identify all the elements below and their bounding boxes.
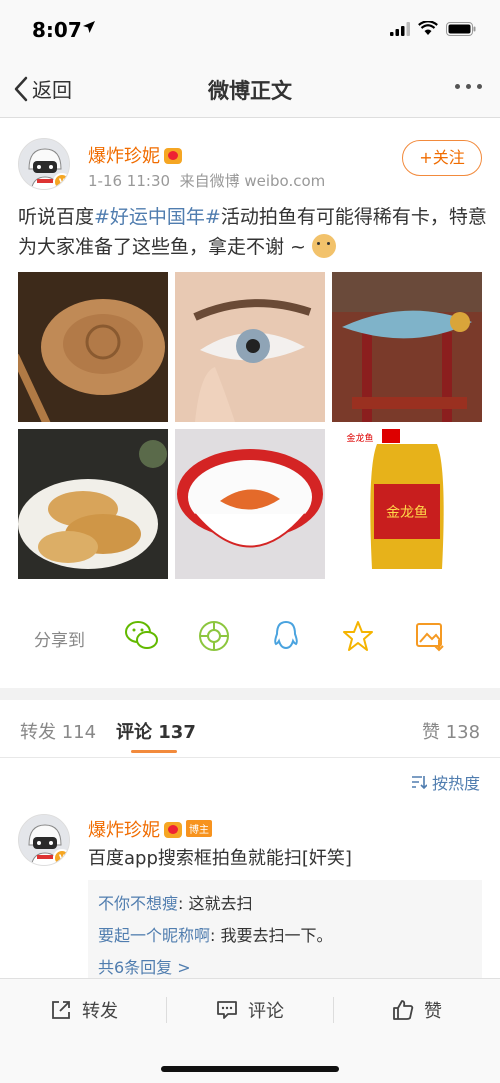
post-source: 来自微博 weibo.com xyxy=(179,172,326,190)
wechat-icon[interactable] xyxy=(124,618,160,654)
sort-icon xyxy=(411,776,427,789)
save-image-icon[interactable] xyxy=(412,618,448,654)
comment-section: 按热度 v 爆炸珍妮 博主 百度app搜索框拍鱼就能扫[奸笑] 不你不想瘦: 这就… xyxy=(0,758,500,978)
reply-item: 不你不想瘦: 这就去扫 xyxy=(98,894,253,913)
post-tabs: 转发 114 评论 137 赞 138 xyxy=(0,700,500,758)
like-label: 赞 xyxy=(424,1001,442,1022)
reply-item: 要起一个昵称啊: 我要去扫一下。 xyxy=(98,926,333,945)
battery-icon xyxy=(446,21,476,36)
page-title: 微博正文 xyxy=(208,79,292,103)
share-row: 分享到 xyxy=(0,618,500,658)
comment-avatar[interactable]: v xyxy=(18,814,70,866)
wooden-fish-image[interactable] xyxy=(18,272,168,422)
comment-label: 评论 xyxy=(248,1001,284,1022)
author-badge: 博主 xyxy=(186,820,212,837)
tab-comment[interactable]: 评论 137 xyxy=(116,718,196,744)
repost-icon xyxy=(52,1001,70,1019)
taiyaki-image[interactable] xyxy=(18,429,168,579)
divider xyxy=(333,997,334,1023)
moments-icon[interactable] xyxy=(196,618,232,654)
comment-button[interactable]: 评论 xyxy=(216,997,284,1023)
oil-brand-label: 金龙鱼 xyxy=(386,504,428,521)
qq-icon[interactable] xyxy=(268,618,304,654)
jinlongyu-oil-image[interactable]: 金龙鱼 金龙鱼 xyxy=(332,429,482,579)
author-avatar[interactable]: v xyxy=(18,138,70,190)
reply-box[interactable]: 不你不想瘦: 这就去扫 要起一个昵称啊: 我要去扫一下。 共6条回复 > xyxy=(88,880,482,978)
sort-label: 按热度 xyxy=(431,774,480,793)
repost-button[interactable]: 转发 xyxy=(50,997,118,1023)
verified-badge-icon: v xyxy=(53,173,69,189)
more-options-button[interactable] xyxy=(455,84,482,89)
post-text: 听说百度#好运中国年#活动拍鱼有可能得稀有卡，特意为大家准备了这些鱼，拿走不谢 … xyxy=(18,206,487,258)
verified-badge-icon: v xyxy=(53,849,69,865)
sort-button[interactable]: 按热度 xyxy=(411,770,480,794)
location-arrow-icon xyxy=(83,21,95,33)
comment-author[interactable]: 爆炸珍妮 博主 xyxy=(88,816,212,842)
like-button[interactable]: 赞 xyxy=(392,997,442,1023)
home-indicator xyxy=(161,1066,339,1072)
qzone-star-icon[interactable] xyxy=(340,618,376,654)
more-replies-link[interactable]: 共6条回复 > xyxy=(98,952,472,978)
status-time: 8:07 xyxy=(32,18,82,42)
navigation-bar: 返回 微博正文 xyxy=(0,60,500,118)
author-name[interactable]: 爆炸珍妮 xyxy=(88,142,182,168)
reply-author[interactable]: 不你不想瘦 xyxy=(98,894,178,913)
comment-icon xyxy=(217,1001,237,1019)
doge-emoji-icon xyxy=(312,234,337,258)
reply-author[interactable]: 要起一个昵称啊 xyxy=(98,926,210,945)
tab-repost[interactable]: 转发 114 xyxy=(20,718,96,744)
repost-label: 转发 xyxy=(82,1001,118,1022)
signal-icon xyxy=(390,21,410,36)
status-bar: 8:07 xyxy=(0,0,500,60)
bottom-action-bar: 转发 评论 赞 xyxy=(0,978,500,1083)
vip-crown-icon xyxy=(164,148,182,164)
divider xyxy=(166,997,167,1023)
thumbs-up-icon xyxy=(393,1000,414,1020)
comment-text: 百度app搜索框拍鱼就能扫[奸笑] xyxy=(88,848,352,869)
tab-like[interactable]: 赞 138 xyxy=(422,718,480,744)
post-card: v 爆炸珍妮 1-16 11:30 来自微博 weibo.com +关注 听说百… xyxy=(0,118,500,688)
post-date: 1-16 11:30 xyxy=(88,172,171,190)
hashtag-link[interactable]: #好运中国年# xyxy=(94,206,221,228)
wifi-icon xyxy=(418,21,438,35)
vip-crown-icon xyxy=(164,822,182,838)
post-meta: 1-16 11:30 来自微博 weibo.com xyxy=(88,170,325,191)
dragon-fish-carving-image[interactable] xyxy=(332,272,482,422)
fish-bowl-image[interactable] xyxy=(175,429,325,579)
oil-corner-logo: 金龙鱼 xyxy=(346,432,373,444)
share-label: 分享到 xyxy=(34,631,85,651)
active-tab-indicator xyxy=(131,750,177,753)
follow-button[interactable]: +关注 xyxy=(402,140,482,176)
eye-image[interactable] xyxy=(175,272,325,422)
